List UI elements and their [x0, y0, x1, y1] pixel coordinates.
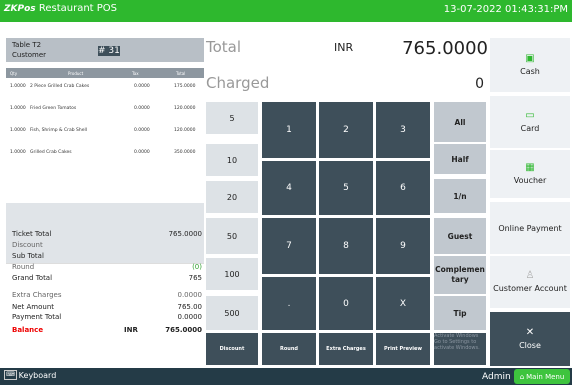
footer-bar: ⌨ Keyboard Admin ⌂ Main Menu: [0, 368, 572, 385]
ticket-total-row: Ticket Total 765.0000: [12, 230, 202, 238]
close-icon: ✕: [525, 327, 535, 338]
list-item[interactable]: 1.0000 2 Piece Grilled Crab Cakes 0.0000…: [6, 82, 204, 92]
round-row: Round (0): [12, 263, 202, 271]
key-2-button[interactable]: 2: [319, 102, 373, 158]
key-clear-button[interactable]: X: [376, 277, 430, 330]
home-icon: ⌂: [519, 372, 525, 381]
list-item[interactable]: 1.0000 Fried Green Tomatos 0.0000 120.00…: [6, 104, 204, 114]
customer-account-button[interactable]: ♙ Customer Account: [490, 256, 570, 308]
grand-total-row: Grand Total 765: [12, 274, 202, 282]
voucher-icon: ▦: [525, 162, 535, 173]
col-qty: Qty: [10, 71, 18, 76]
table-name: Table T2: [12, 41, 42, 49]
key-1-button[interactable]: 1: [262, 102, 316, 158]
col-tax: Tax: [132, 71, 139, 76]
fraction-button[interactable]: 1/n: [434, 179, 486, 213]
key-0-button[interactable]: 0: [319, 277, 373, 330]
card-icon: ▭: [525, 110, 535, 121]
payment-total-row: Payment Total 0.0000: [12, 313, 202, 321]
app-title: ZKPos Restaurant POS: [4, 3, 118, 14]
charged-label: Charged: [206, 74, 270, 92]
preset-500-button[interactable]: 500: [206, 296, 258, 330]
cash-button[interactable]: ▣ Cash: [490, 38, 570, 92]
datetime: 13-07-2022 01:43:31:PM: [443, 4, 568, 15]
preset-20-button[interactable]: 20: [206, 181, 258, 213]
key-4-button[interactable]: 4: [262, 161, 316, 215]
user-label: Admin: [482, 372, 511, 382]
charged-value: 0: [475, 76, 484, 92]
customer-label[interactable]: Customer: [12, 51, 46, 59]
key-decimal-button[interactable]: .: [262, 277, 316, 330]
key-6-button[interactable]: 6: [376, 161, 430, 215]
preset-50-button[interactable]: 50: [206, 218, 258, 254]
tip-button[interactable]: Tip: [434, 296, 486, 330]
table-header[interactable]: Table T2 Customer # 31: [6, 38, 204, 62]
key-5-button[interactable]: 5: [319, 161, 373, 215]
keyboard-button[interactable]: ⌨ Keyboard: [4, 370, 56, 380]
voucher-button[interactable]: ▦ Voucher: [490, 150, 570, 198]
preset-10-button[interactable]: 10: [206, 144, 258, 176]
items-column-header: Qty Product Tax Total: [6, 68, 204, 78]
extra-charges-row: Extra Charges 0.0000: [12, 291, 202, 299]
card-button[interactable]: ▭ Card: [490, 96, 570, 148]
currency-label: INR: [334, 41, 354, 54]
online-payment-button[interactable]: Online Payment: [490, 202, 570, 254]
col-product: Product: [68, 71, 84, 76]
key-9-button[interactable]: 9: [376, 218, 430, 274]
order-panel: Table T2 Customer # 31 Qty Product Tax T…: [6, 38, 204, 366]
balance-row: Balance INR 765.0000: [12, 326, 202, 334]
net-amount-row: Net Amount 765.00: [12, 303, 202, 311]
preset-100-button[interactable]: 100: [206, 258, 258, 290]
totals-display: Total INR 765.0000 Charged 0: [206, 38, 488, 98]
user-icon: ♙: [525, 270, 535, 281]
activation-watermark: Activate Windows Go to Settings to activ…: [434, 333, 480, 351]
round-button[interactable]: Round: [262, 333, 316, 365]
keyboard-icon: ⌨: [4, 370, 17, 380]
app-header: ZKPos Restaurant POS 13-07-2022 01:43:31…: [0, 0, 572, 22]
half-button[interactable]: Half: [434, 144, 486, 174]
sub-total-row: Sub Total: [12, 252, 44, 260]
print-preview-button[interactable]: Print Preview: [376, 333, 430, 365]
brand-logo: ZKPos: [4, 4, 36, 14]
key-7-button[interactable]: 7: [262, 218, 316, 274]
discount-button[interactable]: Discount: [206, 333, 258, 365]
close-button[interactable]: ✕ Close: [490, 312, 570, 366]
total-value: 765.0000: [402, 38, 488, 59]
all-button[interactable]: All: [434, 102, 486, 142]
key-3-button[interactable]: 3: [376, 102, 430, 158]
list-item[interactable]: 1.0000 Fish, Shrimp & Crab Shell 0.0000 …: [6, 126, 204, 136]
key-8-button[interactable]: 8: [319, 218, 373, 274]
ticket-number: # 31: [98, 46, 120, 56]
cash-icon: ▣: [525, 53, 535, 64]
discount-row: Discount: [12, 241, 43, 249]
main-menu-button[interactable]: ⌂ Main Menu: [514, 369, 570, 384]
total-label: Total: [206, 38, 242, 56]
guest-button[interactable]: Guest: [434, 218, 486, 254]
list-item[interactable]: 1.0000 Grilled Crab Cakes 0.0000 350.000…: [6, 148, 204, 158]
col-total: Total: [176, 71, 186, 76]
preset-5-button[interactable]: 5: [206, 102, 258, 134]
extra-charges-button[interactable]: Extra Charges: [319, 333, 373, 365]
complementary-button[interactable]: Complemen tary: [434, 256, 486, 294]
